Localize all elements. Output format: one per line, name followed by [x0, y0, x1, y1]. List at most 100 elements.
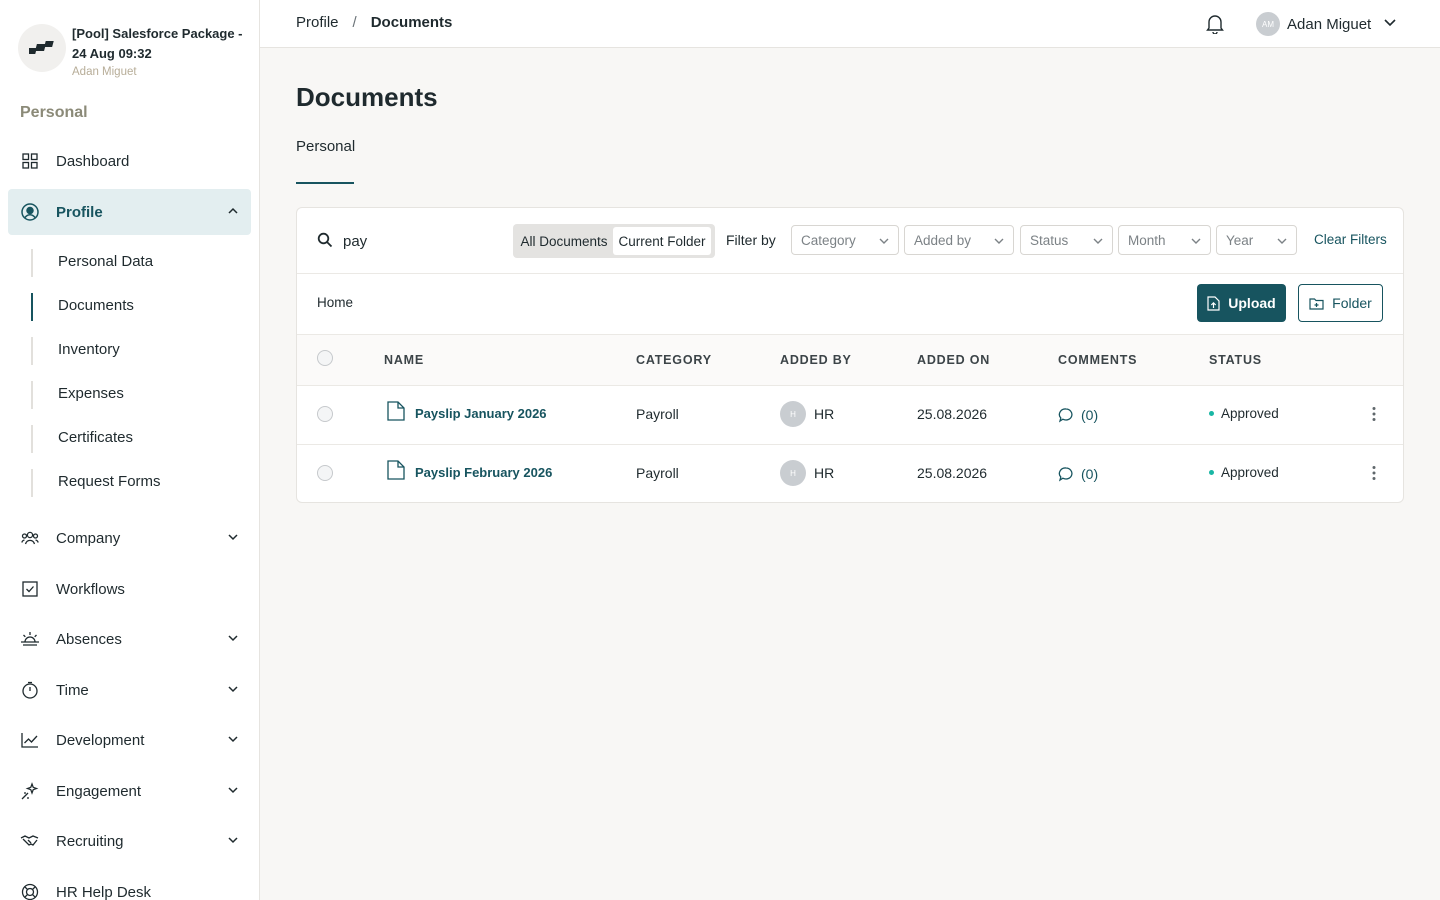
sidebar-subitem-certificates[interactable]: Certificates — [58, 429, 133, 446]
chevron-down-icon — [227, 833, 239, 851]
sidebar-item-development[interactable]: Development — [8, 717, 251, 763]
comments-link[interactable]: (0) — [1058, 466, 1098, 482]
row-checkbox[interactable] — [317, 406, 333, 422]
sidebar-item-hr-help-desk[interactable]: HR Help Desk — [8, 869, 251, 900]
chevron-down-icon — [227, 732, 239, 750]
sidebar-subitem-inventory[interactable]: Inventory — [58, 341, 120, 358]
chart-line-icon — [20, 730, 40, 750]
sidebar-item-label: Absences — [56, 630, 122, 648]
folder-breadcrumb-home[interactable]: Home — [317, 295, 353, 310]
column-header-status[interactable]: STATUS — [1209, 353, 1262, 367]
sidebar-item-workflows[interactable]: Workflows — [8, 566, 251, 612]
sidebar-subitem-documents[interactable]: Documents — [58, 297, 134, 314]
divider — [297, 334, 1403, 335]
year-filter[interactable]: Year — [1216, 225, 1297, 255]
sidebar-subitem-expenses[interactable]: Expenses — [58, 385, 124, 402]
org-user: Adan Miguet — [72, 66, 137, 78]
month-filter[interactable]: Month — [1118, 225, 1211, 255]
breadcrumb: Profile / Documents — [296, 14, 452, 31]
status-filter-label: Status — [1030, 232, 1069, 248]
notifications-button[interactable] — [1204, 12, 1226, 39]
sidebar-item-label: Company — [56, 529, 121, 547]
chevron-down-icon — [227, 631, 239, 649]
new-folder-button[interactable]: Folder — [1298, 284, 1383, 322]
document-link[interactable]: Payslip January 2026 — [387, 400, 547, 421]
sidebar-subitem-personal-data[interactable]: Personal Data — [58, 253, 153, 270]
sidebar-item-label: Profile — [56, 203, 103, 221]
column-header-name[interactable]: NAME — [384, 353, 424, 367]
column-header-comments[interactable]: COMMENTS — [1058, 353, 1137, 367]
sub-indicator — [31, 337, 33, 365]
sidebar-item-absences[interactable]: Absences — [8, 616, 251, 662]
added-by-filter[interactable]: Added by — [904, 225, 1014, 255]
org-logo-icon — [29, 41, 54, 54]
added-by-name: HR — [814, 465, 835, 481]
breadcrumb-separator: / — [352, 14, 357, 31]
comment-icon — [1058, 408, 1073, 423]
breadcrumb-profile[interactable]: Profile — [296, 14, 339, 31]
user-menu[interactable]: AM Adan Miguet — [1256, 12, 1397, 36]
sidebar-item-company[interactable]: Company — [8, 515, 251, 561]
status-badge: Approved — [1209, 465, 1279, 480]
table-row[interactable]: Payslip February 2026 Payroll H HR 25.08… — [297, 444, 1403, 502]
stopwatch-icon — [20, 680, 40, 700]
handshake-icon — [20, 831, 40, 851]
category-filter-label: Category — [801, 232, 856, 248]
clear-filters-link[interactable]: Clear Filters — [1314, 232, 1387, 247]
status-filter[interactable]: Status — [1020, 225, 1113, 255]
document-name: Payslip February 2026 — [415, 465, 553, 480]
upload-label: Upload — [1228, 295, 1276, 311]
sub-indicator — [31, 381, 33, 409]
column-header-added-on[interactable]: ADDED ON — [917, 353, 990, 367]
folder-plus-icon — [1309, 297, 1324, 310]
top-bar: Profile / Documents AM Adan Miguet — [260, 0, 1440, 48]
sidebar-item-label: HR Help Desk — [56, 883, 152, 900]
current-folder-button[interactable]: Current Folder — [613, 227, 711, 255]
sidebar-item-dashboard[interactable]: Dashboard — [8, 138, 251, 184]
category-filter[interactable]: Category — [791, 225, 899, 255]
column-header-category[interactable]: CATEGORY — [636, 353, 712, 367]
comments-link[interactable]: (0) — [1058, 407, 1098, 423]
select-all-checkbox[interactable] — [317, 350, 333, 366]
status-dot — [1209, 470, 1214, 475]
grid-icon — [20, 151, 40, 171]
avatar: AM — [1256, 12, 1280, 36]
upload-button[interactable]: Upload — [1197, 284, 1286, 322]
comments-count: (0) — [1081, 466, 1099, 482]
sidebar-item-time[interactable]: Time — [8, 667, 251, 713]
sidebar-item-label: Recruiting — [56, 832, 124, 850]
document-added-by: H HR — [780, 401, 834, 427]
column-header-added-by[interactable]: ADDED BY — [780, 353, 852, 367]
document-link[interactable]: Payslip February 2026 — [387, 459, 553, 480]
comments-count: (0) — [1081, 407, 1099, 423]
scope-toggle: All Documents Current Folder — [513, 224, 715, 258]
sub-indicator — [31, 469, 33, 497]
all-documents-button[interactable]: All Documents — [515, 227, 613, 255]
sidebar-item-profile[interactable]: Profile — [8, 189, 251, 235]
chevron-down-icon — [1092, 235, 1104, 250]
tab-active-indicator — [296, 182, 354, 184]
document-category: Payroll — [636, 465, 679, 481]
file-upload-icon — [1207, 295, 1220, 311]
search-icon — [317, 232, 333, 253]
added-by-name: HR — [814, 406, 835, 422]
bell-icon — [1206, 15, 1224, 35]
chevron-up-icon — [227, 204, 239, 222]
sidebar-item-engagement[interactable]: Engagement — [8, 768, 251, 814]
document-added-on: 25.08.2026 — [917, 406, 988, 422]
tab-personal[interactable]: Personal — [296, 138, 355, 155]
row-actions-button[interactable] — [1367, 405, 1381, 428]
status-text: Approved — [1221, 465, 1279, 480]
sidebar-subitem-request-forms[interactable]: Request Forms — [58, 473, 161, 490]
org-switcher[interactable]: [Pool] Salesforce Package - 24 Aug 09:32… — [18, 24, 247, 78]
row-actions-button[interactable] — [1367, 464, 1381, 487]
table-row[interactable]: Payslip January 2026 Payroll H HR 25.08.… — [297, 385, 1403, 444]
avatar: H — [780, 460, 806, 486]
avatar: H — [780, 401, 806, 427]
search-input[interactable] — [343, 228, 493, 254]
chevron-down-icon — [227, 530, 239, 548]
sidebar-item-label: Development — [56, 731, 145, 749]
sidebar-item-recruiting[interactable]: Recruiting — [8, 818, 251, 864]
row-checkbox[interactable] — [317, 465, 333, 481]
status-badge: Approved — [1209, 406, 1279, 421]
